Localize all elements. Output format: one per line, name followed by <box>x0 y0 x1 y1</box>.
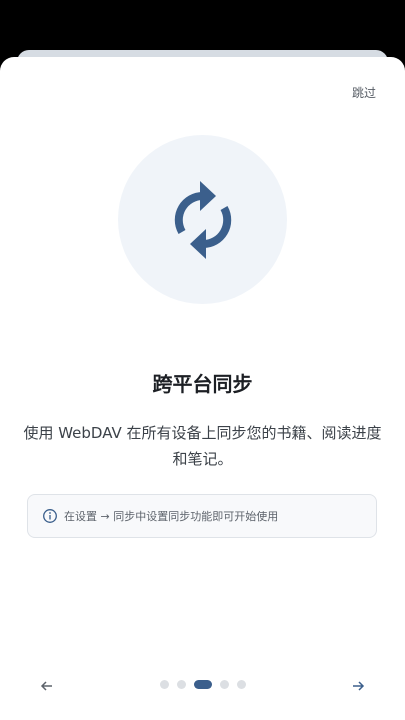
hero-illustration <box>118 135 287 304</box>
page-dot[interactable] <box>219 680 229 689</box>
skip-button[interactable]: 跳过 <box>352 84 376 101</box>
page-dot[interactable] <box>176 680 186 689</box>
page-title: 跨平台同步 <box>152 372 253 396</box>
sync-icon <box>174 180 231 259</box>
next-button[interactable] <box>348 676 368 696</box>
info-icon <box>42 508 58 524</box>
page-dot[interactable] <box>236 680 246 689</box>
page-dot-active[interactable] <box>193 680 212 689</box>
page-description: 使用 WebDAV 在所有设备上同步您的书籍、阅读进度和笔记。 <box>23 424 382 468</box>
tip-text: 在设置 → 同步中设置同步功能即可开始使用 <box>64 510 279 523</box>
page-indicator <box>0 680 405 689</box>
arrow-right-icon <box>353 681 365 691</box>
tip-box: 在设置 → 同步中设置同步功能即可开始使用 <box>27 494 377 538</box>
page-dot[interactable] <box>159 680 169 689</box>
onboarding-sheet: 跳过 跨平台同步 使用 WebDAV 在所有设备上同步您的书籍、阅读进度和笔记。… <box>0 57 405 720</box>
